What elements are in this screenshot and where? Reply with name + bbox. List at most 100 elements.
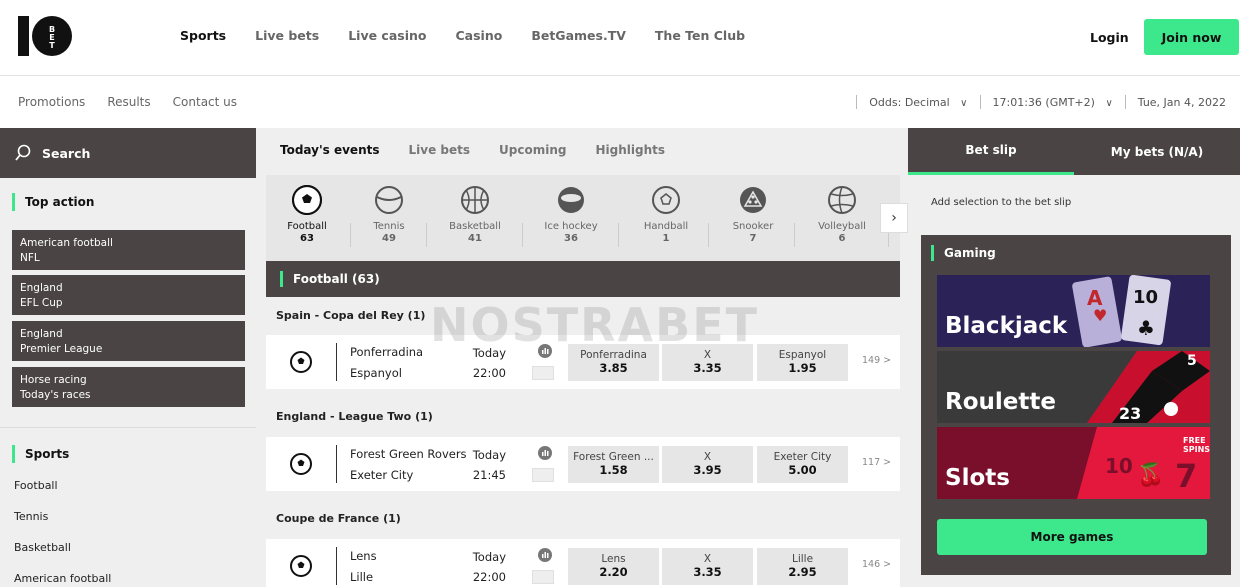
match-time: 22:00 (472, 570, 506, 584)
nav-betgames-tv[interactable]: BetGames.TV (531, 28, 626, 43)
sport-tab-ice-hockey[interactable]: Ice hockey 36 (536, 185, 606, 245)
sport-tab-football[interactable]: Football 63 (272, 185, 342, 245)
odds-button-away[interactable]: Lille 2.95 (757, 548, 848, 585)
stats-icon[interactable] (534, 548, 556, 562)
tab-bet-slip[interactable]: Bet slip (908, 128, 1074, 175)
brand-logo[interactable]: B E T (18, 14, 74, 58)
sport-link-football[interactable]: Football (14, 479, 58, 492)
nav-live-casino[interactable]: Live casino (348, 28, 426, 43)
odds-button-away[interactable]: Espanyol 1.95 (757, 344, 848, 381)
left-sidebar: Search Top action American football NFL … (0, 128, 256, 587)
odds-value: 3.95 (693, 463, 722, 477)
top-action-line2: Premier League (20, 342, 103, 355)
tab-live-bets[interactable]: Live bets (409, 143, 471, 157)
odds-value: 3.35 (693, 361, 722, 375)
chevron-down-icon: ∨ (1105, 97, 1113, 109)
top-action-item[interactable]: American football NFL (12, 230, 245, 270)
clock-selector[interactable]: 17:01:36 (GMT+2) ∨ (993, 96, 1113, 109)
sport-tab-handball[interactable]: Handball 1 (631, 185, 701, 245)
odds-button-home[interactable]: Forest Green ... 1.58 (568, 446, 659, 483)
sport-count: 7 (749, 233, 757, 244)
football-icon (290, 453, 312, 475)
top-action-line1: American football (20, 237, 113, 249)
section-header: Football (63) (266, 261, 900, 297)
top-action-line2: NFL (20, 251, 40, 264)
search-button[interactable]: Search (0, 128, 256, 178)
svg-text:♣: ♣ (1137, 316, 1155, 340)
tab-highlights[interactable]: Highlights (595, 143, 665, 157)
contact-us-link[interactable]: Contact us (173, 95, 237, 109)
more-markets-link[interactable]: 146 > (862, 559, 891, 570)
top-action-item[interactable]: England Premier League (12, 321, 245, 361)
sport-tab-snooker[interactable]: Snooker 7 (718, 185, 788, 245)
match-row[interactable]: Ponferradina Espanyol Today 22:00 Ponfer… (266, 335, 900, 389)
competition-title: Coupe de France (1) (276, 512, 401, 525)
top-action-item[interactable]: England EFL Cup (12, 275, 245, 315)
more-markets-link[interactable]: 149 > (862, 355, 891, 366)
sport-count: 49 (382, 233, 396, 244)
sport-name: Tennis (373, 221, 405, 232)
sport-tab-basketball[interactable]: Basketball 41 (440, 185, 510, 245)
odds-label: Lens (601, 553, 626, 565)
odds-selector[interactable]: Odds: Decimal ∨ (869, 96, 967, 109)
sport-link-basketball[interactable]: Basketball (14, 541, 71, 554)
odds-button-away[interactable]: Exeter City 5.00 (757, 446, 848, 483)
odds-button-home[interactable]: Ponferradina 3.85 (568, 344, 659, 381)
tab-my-bets[interactable]: My bets (N/A) (1074, 128, 1240, 175)
odds-label: X (703, 553, 712, 565)
sport-tab-tennis[interactable]: Tennis 49 (354, 185, 424, 245)
sport-name: Basketball (449, 221, 501, 232)
ice-hockey-icon (558, 187, 584, 213)
nav-casino[interactable]: Casino (456, 28, 503, 43)
more-markets-link[interactable]: 117 > (862, 457, 891, 468)
sport-link-tennis[interactable]: Tennis (14, 510, 48, 523)
results-link[interactable]: Results (107, 95, 150, 109)
game-roulette[interactable]: 23 5 Roulette (937, 351, 1210, 423)
odds-value: 1.58 (599, 463, 628, 477)
away-team: Espanyol (350, 366, 402, 380)
section-count: (63) (352, 272, 380, 286)
sport-link-american-football[interactable]: American football (14, 572, 111, 585)
stats-icon[interactable] (534, 344, 556, 358)
top-action-line1: England (20, 282, 63, 294)
odds-button-home[interactable]: Lens 2.20 (568, 548, 659, 585)
sport-count: 36 (564, 233, 578, 244)
odds-value: 5.00 (788, 463, 817, 477)
game-name: Slots (945, 465, 1010, 491)
match-row[interactable]: Forest Green Rovers Exeter City Today 21… (266, 437, 900, 491)
tab-todays-events[interactable]: Today's events (280, 143, 380, 157)
sport-name: Snooker (732, 221, 774, 232)
competition-title: Spain - Copa del Rey (1) (276, 309, 426, 322)
chevron-right-icon: › (891, 210, 897, 226)
match-row[interactable]: Lens Lille Today 22:00 Lens 2.20 X 3.35 Li… (266, 539, 900, 587)
svg-text:🍒: 🍒 (1137, 462, 1164, 488)
svg-text:FREE: FREE (1183, 436, 1206, 445)
odds-label: Odds: (869, 95, 902, 109)
game-blackjack[interactable]: A 10 ♣ ♥ Blackjack (937, 275, 1210, 347)
home-team: Ponferradina (350, 345, 424, 359)
nav-live-bets[interactable]: Live bets (255, 28, 319, 43)
chevron-down-icon: ∨ (960, 97, 968, 109)
sport-tab-volleyball[interactable]: Volleyball 6 (807, 185, 877, 245)
stats-icon[interactable] (534, 446, 556, 460)
odds-button-draw[interactable]: X 3.35 (662, 548, 753, 585)
join-now-button[interactable]: Join now (1144, 19, 1239, 55)
odds-label: Exeter City (773, 451, 832, 463)
nav-sports[interactable]: Sports (180, 28, 226, 43)
volleyball-icon (828, 186, 856, 214)
login-link[interactable]: Login (1090, 30, 1129, 45)
football-icon (292, 185, 322, 215)
carousel-next-button[interactable]: › (880, 203, 908, 233)
odds-button-draw[interactable]: X 3.95 (662, 446, 753, 483)
more-games-button[interactable]: More games (937, 519, 1207, 555)
tab-upcoming[interactable]: Upcoming (499, 143, 566, 157)
competition-title: England - League Two (1) (276, 410, 433, 423)
top-action-item[interactable]: Horse racing Today's races (12, 367, 245, 407)
game-slots[interactable]: 10 🍒 7 FREE SPINS Slots (937, 427, 1210, 499)
promotions-link[interactable]: Promotions (18, 95, 85, 109)
home-team: Forest Green Rovers (350, 447, 467, 461)
odds-label: X (703, 451, 712, 463)
nav-ten-club[interactable]: The Ten Club (655, 28, 745, 43)
odds-button-draw[interactable]: X 3.35 (662, 344, 753, 381)
odds-label: Espanyol (778, 349, 827, 361)
